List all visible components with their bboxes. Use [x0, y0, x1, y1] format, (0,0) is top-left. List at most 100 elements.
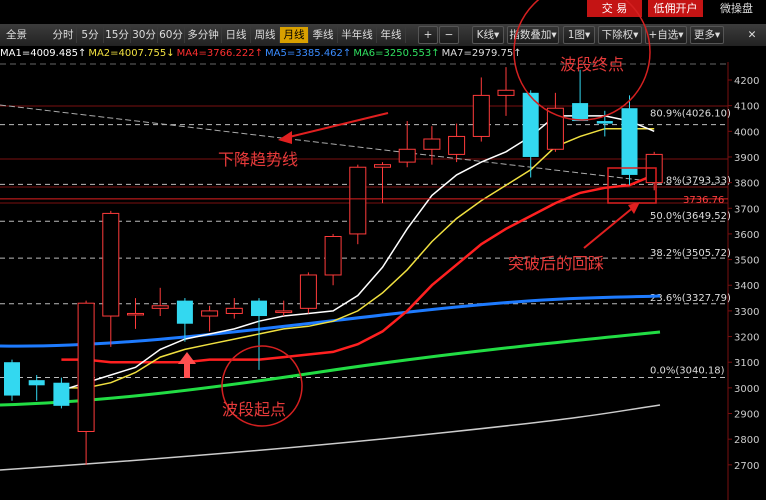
moving-average-lines	[0, 104, 661, 471]
wave-start-label: 波段起点	[222, 400, 287, 419]
layout-dropdown[interactable]: 1图▾	[563, 26, 595, 44]
period-tab-multi-minute[interactable]: 多分钟	[185, 27, 222, 43]
candle-body	[299, 274, 317, 309]
candle-body	[621, 108, 638, 175]
index-overlay-dropdown[interactable]: 指数叠加▾	[507, 26, 559, 44]
candle-body	[77, 302, 95, 432]
panorama-button[interactable]: 全景	[2, 27, 40, 43]
candle-down	[4, 359, 20, 401]
ma-legend-item-1: MA1=4009.485↑	[0, 48, 87, 59]
period-tab-monthly[interactable]: 月线	[280, 27, 309, 43]
candle-down	[596, 110, 613, 137]
zoom-out-button[interactable]: −	[439, 26, 459, 44]
candle-body	[53, 382, 70, 406]
candle-up	[472, 77, 490, 142]
candle-up	[151, 287, 169, 317]
axis-tick-label: 2800	[734, 435, 759, 446]
axis-tick-label: 4200	[734, 76, 759, 87]
period-tab-yearly[interactable]: 年线	[377, 27, 406, 43]
candle-body	[176, 300, 193, 324]
pullback-arrow-line	[583, 205, 636, 249]
zoom-in-button[interactable]: +	[418, 26, 438, 44]
axis-tick-label: 3400	[734, 281, 759, 292]
axis-tick-label: 3800	[734, 179, 759, 190]
current-price-tag: 3736.76	[683, 195, 724, 206]
candle-body	[349, 166, 367, 235]
chevron-down-icon: ▾	[551, 29, 557, 41]
period-tab-half-year[interactable]: 半年线	[338, 27, 377, 43]
fib-level-label: 38.2%(3505.72)	[650, 248, 731, 259]
axis-tick-label: 4100	[734, 102, 759, 113]
downtrend-line	[0, 104, 641, 181]
pullback-label: 突破后的回踩	[508, 254, 605, 273]
trade-button[interactable]: 交 易	[587, 0, 642, 17]
index-overlay-label: 指数叠加	[509, 29, 552, 41]
candle-up	[201, 305, 219, 332]
period-tab-5min[interactable]: 5分	[77, 27, 104, 43]
candle-body	[472, 94, 490, 137]
downtrend-label: 下降趋势线	[218, 150, 299, 169]
axis-tick-label: 3100	[734, 358, 759, 369]
candle-body	[374, 164, 391, 168]
candle-body	[225, 307, 243, 314]
ma-legend-item-7: MA7=2979.75↑	[441, 48, 522, 59]
downtrend-arrow-head	[278, 131, 292, 144]
candle-down	[53, 377, 70, 409]
fib-level-label: 50.0%(3649.52)	[650, 211, 731, 222]
candle-up	[127, 298, 144, 329]
kline-chart[interactable]: 80.9%(4026.10) 61.8%(3793.33) 50.0%(3649.5…	[0, 0, 766, 500]
more-dropdown[interactable]: 更多▾	[690, 26, 724, 44]
candle-body	[251, 300, 267, 317]
chevron-down-icon: ▾	[633, 29, 639, 41]
period-tab-60min[interactable]: 60分	[158, 27, 185, 43]
candle-body	[201, 310, 219, 317]
add-watchlist-dropdown[interactable]: +自选▾	[645, 26, 687, 44]
fib-level-label: 23.6%(3327.79)	[650, 293, 731, 304]
chart-type-dropdown[interactable]: K线▾	[472, 26, 504, 44]
up-arrow-icon	[178, 352, 196, 378]
period-tab-1min[interactable]: 分时	[50, 27, 77, 43]
candle-up	[299, 272, 317, 314]
pullback-arrow-head	[628, 202, 640, 214]
ma5-line	[0, 294, 661, 348]
candle-body	[596, 121, 613, 124]
price-axis: 2700 2800 2900 3000 3100 3200 3300 3400 3500 3600…	[0, 76, 759, 472]
close-icon[interactable]: ✕	[744, 27, 760, 43]
period-tab-quarterly[interactable]: 季线	[309, 27, 338, 43]
add-watchlist-label: +自选	[648, 29, 679, 41]
fibonacci-levels: 80.9%(4026.10) 61.8%(3793.33) 50.0%(3649.5…	[0, 109, 731, 379]
chart-grid	[0, 62, 729, 500]
candle-body	[4, 362, 20, 396]
chevron-down-icon: ▾	[494, 29, 500, 41]
axis-tick-label: 3700	[734, 204, 759, 215]
candle-up	[448, 123, 466, 163]
chart-toolbar: 全景 分时 5分 15分 30分 60分 多分钟 日线 周线 月线 季线 半年线…	[0, 24, 766, 46]
axis-tick-label: 2700	[734, 461, 759, 472]
axis-tick-label: 3900	[734, 153, 759, 164]
candle-body	[324, 235, 342, 276]
chevron-down-icon: ▾	[714, 29, 721, 41]
candle-body	[275, 310, 293, 313]
candle-up	[374, 162, 391, 204]
candle-body	[151, 305, 169, 309]
candle-up	[546, 92, 564, 152]
candle-body	[28, 380, 45, 386]
ma-legend-item-4: MA4=3766.222↑	[176, 48, 263, 59]
ma7-line	[0, 404, 661, 471]
price-adjust-dropdown[interactable]: 下除权▾	[598, 26, 642, 44]
period-tab-30min[interactable]: 30分	[131, 27, 158, 43]
downtrend-arrow-line	[284, 112, 389, 139]
candle-down	[251, 298, 267, 370]
period-tab-daily[interactable]: 日线	[222, 27, 251, 43]
candle-up	[423, 126, 441, 165]
period-tab-15min[interactable]: 15分	[104, 27, 131, 43]
candle-down	[522, 90, 539, 178]
period-tab-weekly[interactable]: 周线	[251, 27, 280, 43]
candle-up	[102, 210, 120, 347]
candle-up	[225, 298, 243, 319]
chevron-down-icon: ▾	[678, 29, 684, 41]
candle-body	[572, 103, 589, 122]
micro-trading-button[interactable]: 微操盘	[709, 0, 764, 17]
axis-tick-label: 3500	[734, 256, 759, 267]
low-commission-account-button[interactable]: 低佣开户	[648, 0, 703, 17]
